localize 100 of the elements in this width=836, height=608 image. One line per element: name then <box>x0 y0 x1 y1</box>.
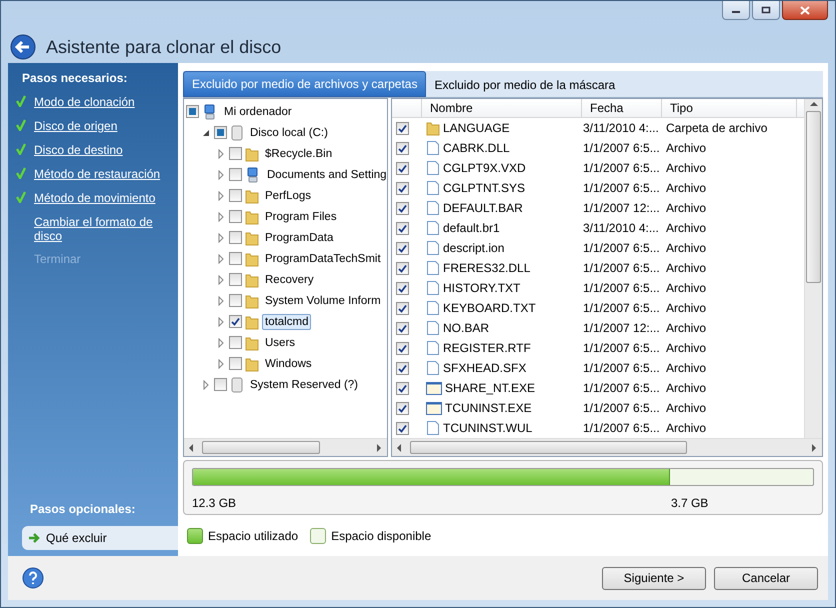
checkbox[interactable] <box>229 252 242 265</box>
column-header[interactable]: Tipo <box>662 99 797 117</box>
checkbox[interactable] <box>229 168 242 181</box>
table-cell: REGISTER.RTF <box>443 341 531 355</box>
collapse-arrow-icon[interactable] <box>201 128 211 138</box>
checkbox[interactable] <box>396 262 409 274</box>
step-link[interactable]: Cambiar el formato de disco <box>34 215 172 243</box>
table-cell: Archivo <box>666 381 706 395</box>
tree-item[interactable]: System Reserved (?) <box>247 376 362 392</box>
checkbox[interactable] <box>229 231 242 244</box>
tree-item[interactable]: $Recycle.Bin <box>262 146 336 162</box>
help-icon[interactable] <box>22 567 44 589</box>
column-header[interactable]: Fecha <box>582 99 662 117</box>
back-button[interactable] <box>10 34 36 60</box>
expand-arrow-icon[interactable] <box>216 212 226 222</box>
maximize-button[interactable] <box>752 1 780 20</box>
table-cell: 1/1/2007 6:5... <box>583 401 660 415</box>
expand-arrow-icon[interactable] <box>216 338 226 348</box>
minimize-button[interactable] <box>722 1 750 20</box>
checkbox[interactable] <box>229 210 242 223</box>
step-label: Terminar <box>34 252 81 266</box>
checkbox[interactable] <box>396 222 409 234</box>
table-cell: 1/1/2007 6:5... <box>583 341 660 355</box>
checkbox[interactable] <box>229 336 242 349</box>
expand-arrow-icon[interactable] <box>216 316 226 326</box>
tree-item[interactable]: Mi ordenador <box>221 104 295 120</box>
table-cell: Carpeta de archivo <box>666 121 768 135</box>
dialog-button[interactable]: Cancelar <box>714 566 818 590</box>
checkbox[interactable] <box>396 242 409 254</box>
tree-item[interactable]: ProgramData <box>262 230 336 246</box>
tree-item[interactable]: ProgramDataTechSmit <box>262 250 384 266</box>
step-link[interactable]: Disco de origen <box>34 119 118 133</box>
checkbox[interactable] <box>214 126 227 139</box>
vertical-scrollbar[interactable] <box>804 99 822 438</box>
checkbox[interactable] <box>396 382 409 394</box>
checkbox[interactable] <box>396 202 409 214</box>
checkbox[interactable] <box>396 282 409 294</box>
tree-item[interactable]: Disco local (C:) <box>247 124 331 140</box>
checkbox[interactable] <box>396 322 409 334</box>
checkbox[interactable] <box>396 142 409 154</box>
expand-arrow-icon[interactable] <box>216 232 226 242</box>
checkbox[interactable] <box>229 189 242 202</box>
expand-arrow-icon[interactable] <box>216 190 226 200</box>
tree-item[interactable]: System Volume Inform <box>262 292 384 308</box>
checkbox[interactable] <box>396 362 409 374</box>
expand-arrow-icon[interactable] <box>216 296 226 306</box>
scroll-right-icon[interactable] <box>809 442 819 452</box>
checkbox[interactable] <box>396 402 409 414</box>
legend-swatch <box>187 528 203 544</box>
tab[interactable]: Excluido por medio de archivos y carpetas <box>183 71 426 97</box>
table-cell: 1/1/2007 6:5... <box>583 141 660 155</box>
tab[interactable]: Excluido por medio de la máscara <box>426 73 624 97</box>
checkbox[interactable] <box>229 357 242 370</box>
step-link[interactable]: Método de movimiento <box>34 191 156 205</box>
table-cell: DEFAULT.BAR <box>443 201 523 215</box>
tree-item[interactable]: Users <box>262 334 298 350</box>
checkbox[interactable] <box>186 105 199 118</box>
tree-item[interactable]: Documents and Setting <box>264 166 387 182</box>
checkbox[interactable] <box>229 273 242 286</box>
tree-item[interactable]: Program Files <box>262 208 340 224</box>
folder-icon <box>426 120 440 136</box>
checkbox[interactable] <box>229 294 242 307</box>
checkbox[interactable] <box>396 182 409 194</box>
checkbox[interactable] <box>396 162 409 174</box>
step-link[interactable]: Modo de clonación <box>34 95 135 109</box>
checkbox[interactable] <box>396 122 409 134</box>
step-link[interactable]: Método de restauración <box>34 167 160 181</box>
checkbox[interactable] <box>396 302 409 314</box>
table-cell: descript.ion <box>443 241 504 255</box>
expand-arrow-icon[interactable] <box>201 380 211 390</box>
table-cell: 1/1/2007 12:... <box>583 321 660 335</box>
step-item[interactable]: Qué excluir <box>22 526 178 550</box>
checkbox[interactable] <box>396 342 409 354</box>
horizontal-scrollbar[interactable] <box>392 438 822 456</box>
free-size: 3.7 GB <box>670 496 708 510</box>
checkbox[interactable] <box>229 147 242 160</box>
table-cell: TCUNINST.EXE <box>445 401 532 415</box>
tree-item[interactable]: PerfLogs <box>262 188 314 204</box>
file-icon <box>426 320 440 336</box>
expand-arrow-icon[interactable] <box>216 358 226 368</box>
expand-arrow-icon[interactable] <box>216 274 226 284</box>
checkbox[interactable] <box>396 422 409 434</box>
scroll-right-icon[interactable] <box>374 442 384 452</box>
tree-item[interactable]: totalcmd <box>262 314 312 330</box>
table-cell: Archivo <box>666 221 706 235</box>
checkbox[interactable] <box>229 315 242 328</box>
file-icon <box>426 180 440 196</box>
expand-arrow-icon[interactable] <box>216 254 226 264</box>
expand-arrow-icon[interactable] <box>216 170 226 180</box>
horizontal-scrollbar[interactable] <box>184 438 387 456</box>
step-link[interactable]: Disco de destino <box>34 143 123 157</box>
dialog-button[interactable]: Siguiente > <box>602 566 706 590</box>
tree-item[interactable]: Windows <box>262 356 315 372</box>
checkbox[interactable] <box>214 378 227 391</box>
tree-item[interactable]: Recovery <box>262 272 317 288</box>
column-header[interactable]: Nombre <box>422 99 582 117</box>
table-cell: NO.BAR <box>443 321 490 335</box>
expand-arrow-icon[interactable] <box>216 148 226 158</box>
close-button[interactable] <box>782 1 828 20</box>
table-cell: Archivo <box>666 181 706 195</box>
